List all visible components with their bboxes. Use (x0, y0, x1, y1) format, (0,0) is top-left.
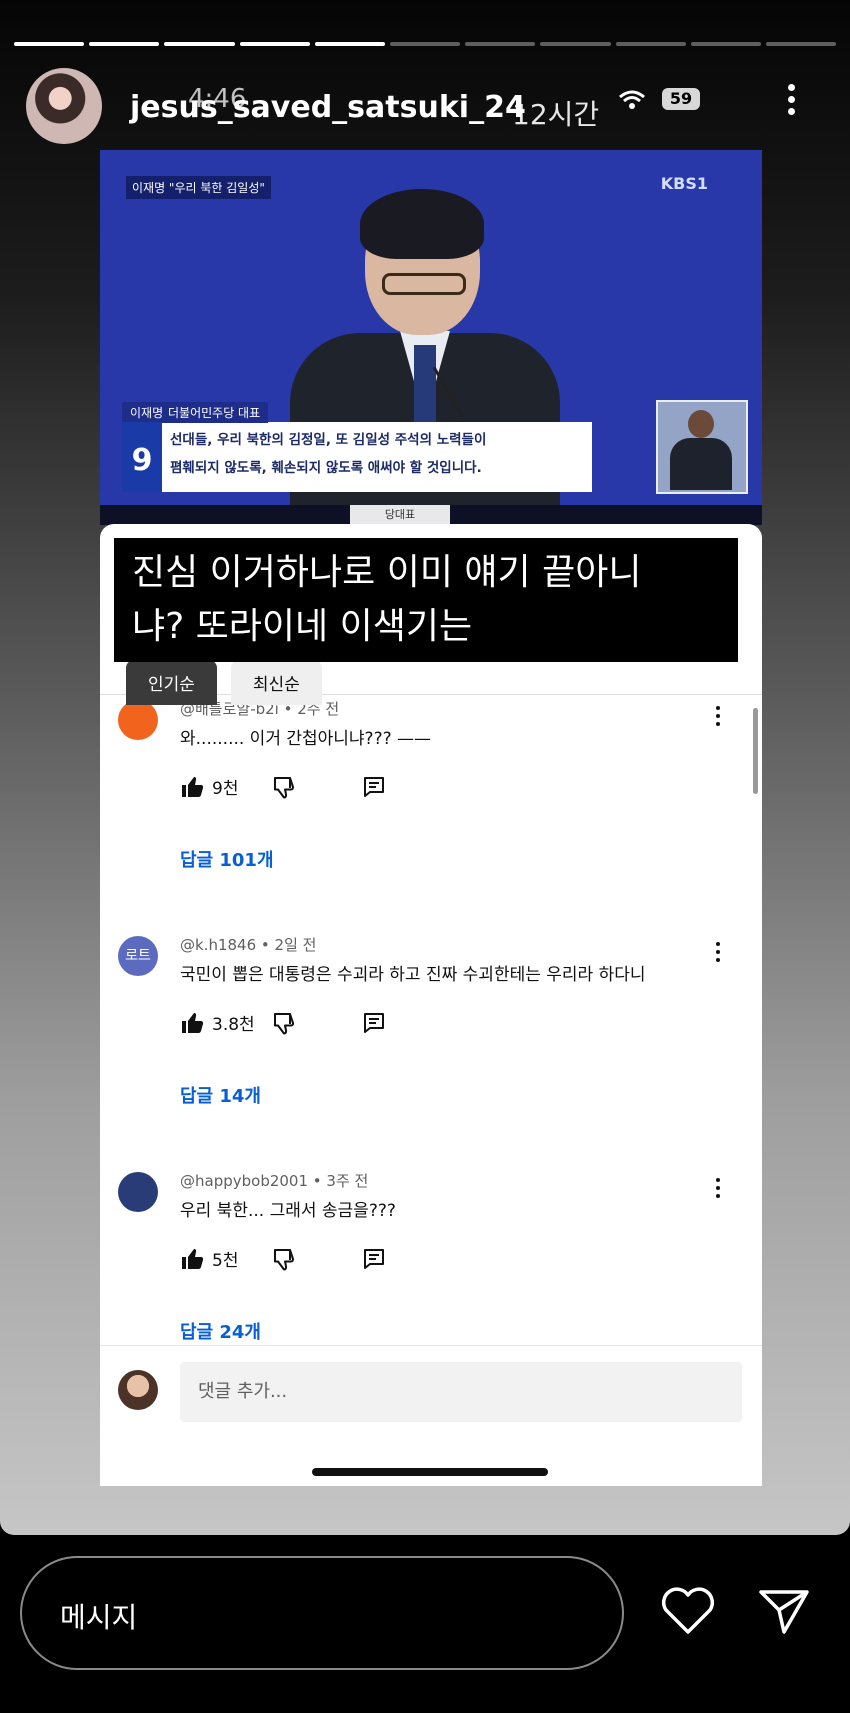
comment-avatar[interactable] (118, 1172, 158, 1212)
add-comment-area: 댓글 추가... (100, 1345, 762, 1486)
current-user-avatar (118, 1370, 158, 1410)
reply-icon[interactable] (362, 775, 386, 799)
caption-line-2: 냐? 또라이네 이색기는 (132, 606, 473, 647)
message-placeholder: 메시지 (60, 1601, 138, 1634)
thumbs-up-icon[interactable] (180, 1247, 204, 1271)
wifi-icon (618, 88, 646, 118)
progress-segment (615, 42, 686, 46)
profile-avatar[interactable] (26, 68, 102, 144)
view-replies-button[interactable]: 답글 101개 (180, 846, 274, 872)
subtitle-line-1: 선대들, 우리 북한의 김정일, 또 김일성 주석의 노력들이 (170, 432, 487, 448)
channel-logo: KBS1 (660, 174, 708, 193)
message-input[interactable]: 메시지 (20, 1556, 624, 1670)
comment-actions: 5천 (180, 1246, 386, 1271)
progress-segment (89, 42, 160, 46)
story-progress-bar (14, 42, 837, 46)
home-indicator (312, 1468, 548, 1476)
time-ago: 12시간 (512, 98, 600, 131)
heart-icon[interactable] (660, 1586, 716, 1640)
thumbs-down-icon[interactable] (272, 1247, 296, 1271)
view-replies-button[interactable]: 답글 14개 (180, 1082, 261, 1108)
nameplate: 당대표 (350, 505, 450, 525)
battery-icon: 59 (662, 88, 700, 110)
overlay-time: 4:46 (188, 84, 247, 114)
thumbs-down-icon[interactable] (272, 1011, 296, 1035)
comment-meta: @happybob2001 • 3주 전 (180, 1172, 369, 1190)
sign-language-interpreter (656, 400, 748, 494)
comment-item: @배틀로얄-b2i • 2주 전 와......... 이거 간첩아니냐??? —… (100, 700, 762, 920)
caption-line-1: 진심 이거하나로 이미 얘기 끝아니 (132, 552, 642, 593)
comment-actions: 9천 (180, 774, 386, 799)
progress-segment (690, 42, 761, 46)
comment-sort-tabs: 인기순 최신순 (126, 660, 322, 705)
news-9-badge: 9 (122, 422, 162, 492)
progress-segment (765, 42, 837, 46)
video-top-tag: 이재명 "우리 북한 김일성" (126, 176, 271, 199)
lower-third-name: 이재명 (130, 406, 164, 420)
thumbs-up-icon[interactable] (180, 775, 204, 799)
comment-author[interactable]: @happybob2001 (180, 1172, 308, 1190)
comment-avatar[interactable] (118, 700, 158, 740)
like-count: 5천 (212, 1251, 239, 1271)
progress-segment (239, 42, 310, 46)
story-caption: 진심 이거하나로 이미 얘기 끝아니 냐? 또라이네 이색기는 (114, 538, 738, 662)
tab-popular[interactable]: 인기순 (126, 660, 217, 705)
comment-actions: 3.8천 (180, 1010, 386, 1035)
more-vertical-icon[interactable] (716, 706, 724, 730)
progress-segment (164, 42, 235, 46)
thumbs-down-icon[interactable] (272, 775, 296, 799)
more-vertical-icon[interactable] (788, 84, 798, 120)
add-comment-input[interactable]: 댓글 추가... (180, 1362, 742, 1422)
more-vertical-icon[interactable] (716, 1178, 724, 1202)
progress-segment (540, 42, 611, 46)
progress-segment (314, 42, 385, 46)
progress-segment (14, 42, 85, 46)
progress-segment (389, 42, 461, 46)
comment-author[interactable]: @k.h1846 (180, 936, 256, 954)
like-count: 3.8천 (212, 1015, 255, 1035)
thumbs-up-icon[interactable] (180, 1011, 204, 1035)
subtitle-line-2: 폄훼되지 않도록, 훼손되지 않도록 애써야 할 것입니다. (170, 460, 482, 476)
reply-icon[interactable] (362, 1247, 386, 1271)
progress-segment (465, 42, 536, 46)
lower-third-role: 더불어민주당 대표 (168, 406, 261, 420)
comment-time: 3주 전 (326, 1172, 369, 1190)
view-replies-button[interactable]: 답글 24개 (180, 1318, 261, 1344)
tab-newest[interactable]: 최신순 (230, 660, 322, 705)
more-vertical-icon[interactable] (716, 942, 724, 966)
reply-icon[interactable] (362, 1011, 386, 1035)
send-icon[interactable] (758, 1588, 810, 1640)
comment-meta: @k.h1846 • 2일 전 (180, 936, 317, 954)
news-lower-third: 이재명 더불어민주당 대표 9 선대들, 우리 북한의 김정일, 또 김일성 주… (122, 402, 592, 492)
comment-item: 로트 @k.h1846 • 2일 전국민이 뽑은 대통령은 수괴라 하고 진짜 수… (100, 936, 762, 1156)
like-count: 9천 (212, 779, 239, 799)
comment-time: 2일 전 (274, 936, 317, 954)
comment-text: 우리 북한... 그래서 송금을??? (180, 1201, 396, 1221)
comment-text: 국민이 뽑은 대통령은 수괴라 하고 진짜 수괴한테는 우리라 하다니 (180, 965, 646, 985)
news-video-frame: 이재명 "우리 북한 김일성" KBS1 이재명 더불어민주당 대표 9 선대들… (100, 150, 762, 525)
story-frame: jesus_saved_satsuki_24 4:46 12시간 59 이재명 … (0, 0, 850, 1535)
comment-text: 와......... 이거 간첩아니냐??? —— (180, 729, 432, 749)
comment-avatar[interactable]: 로트 (118, 936, 158, 976)
